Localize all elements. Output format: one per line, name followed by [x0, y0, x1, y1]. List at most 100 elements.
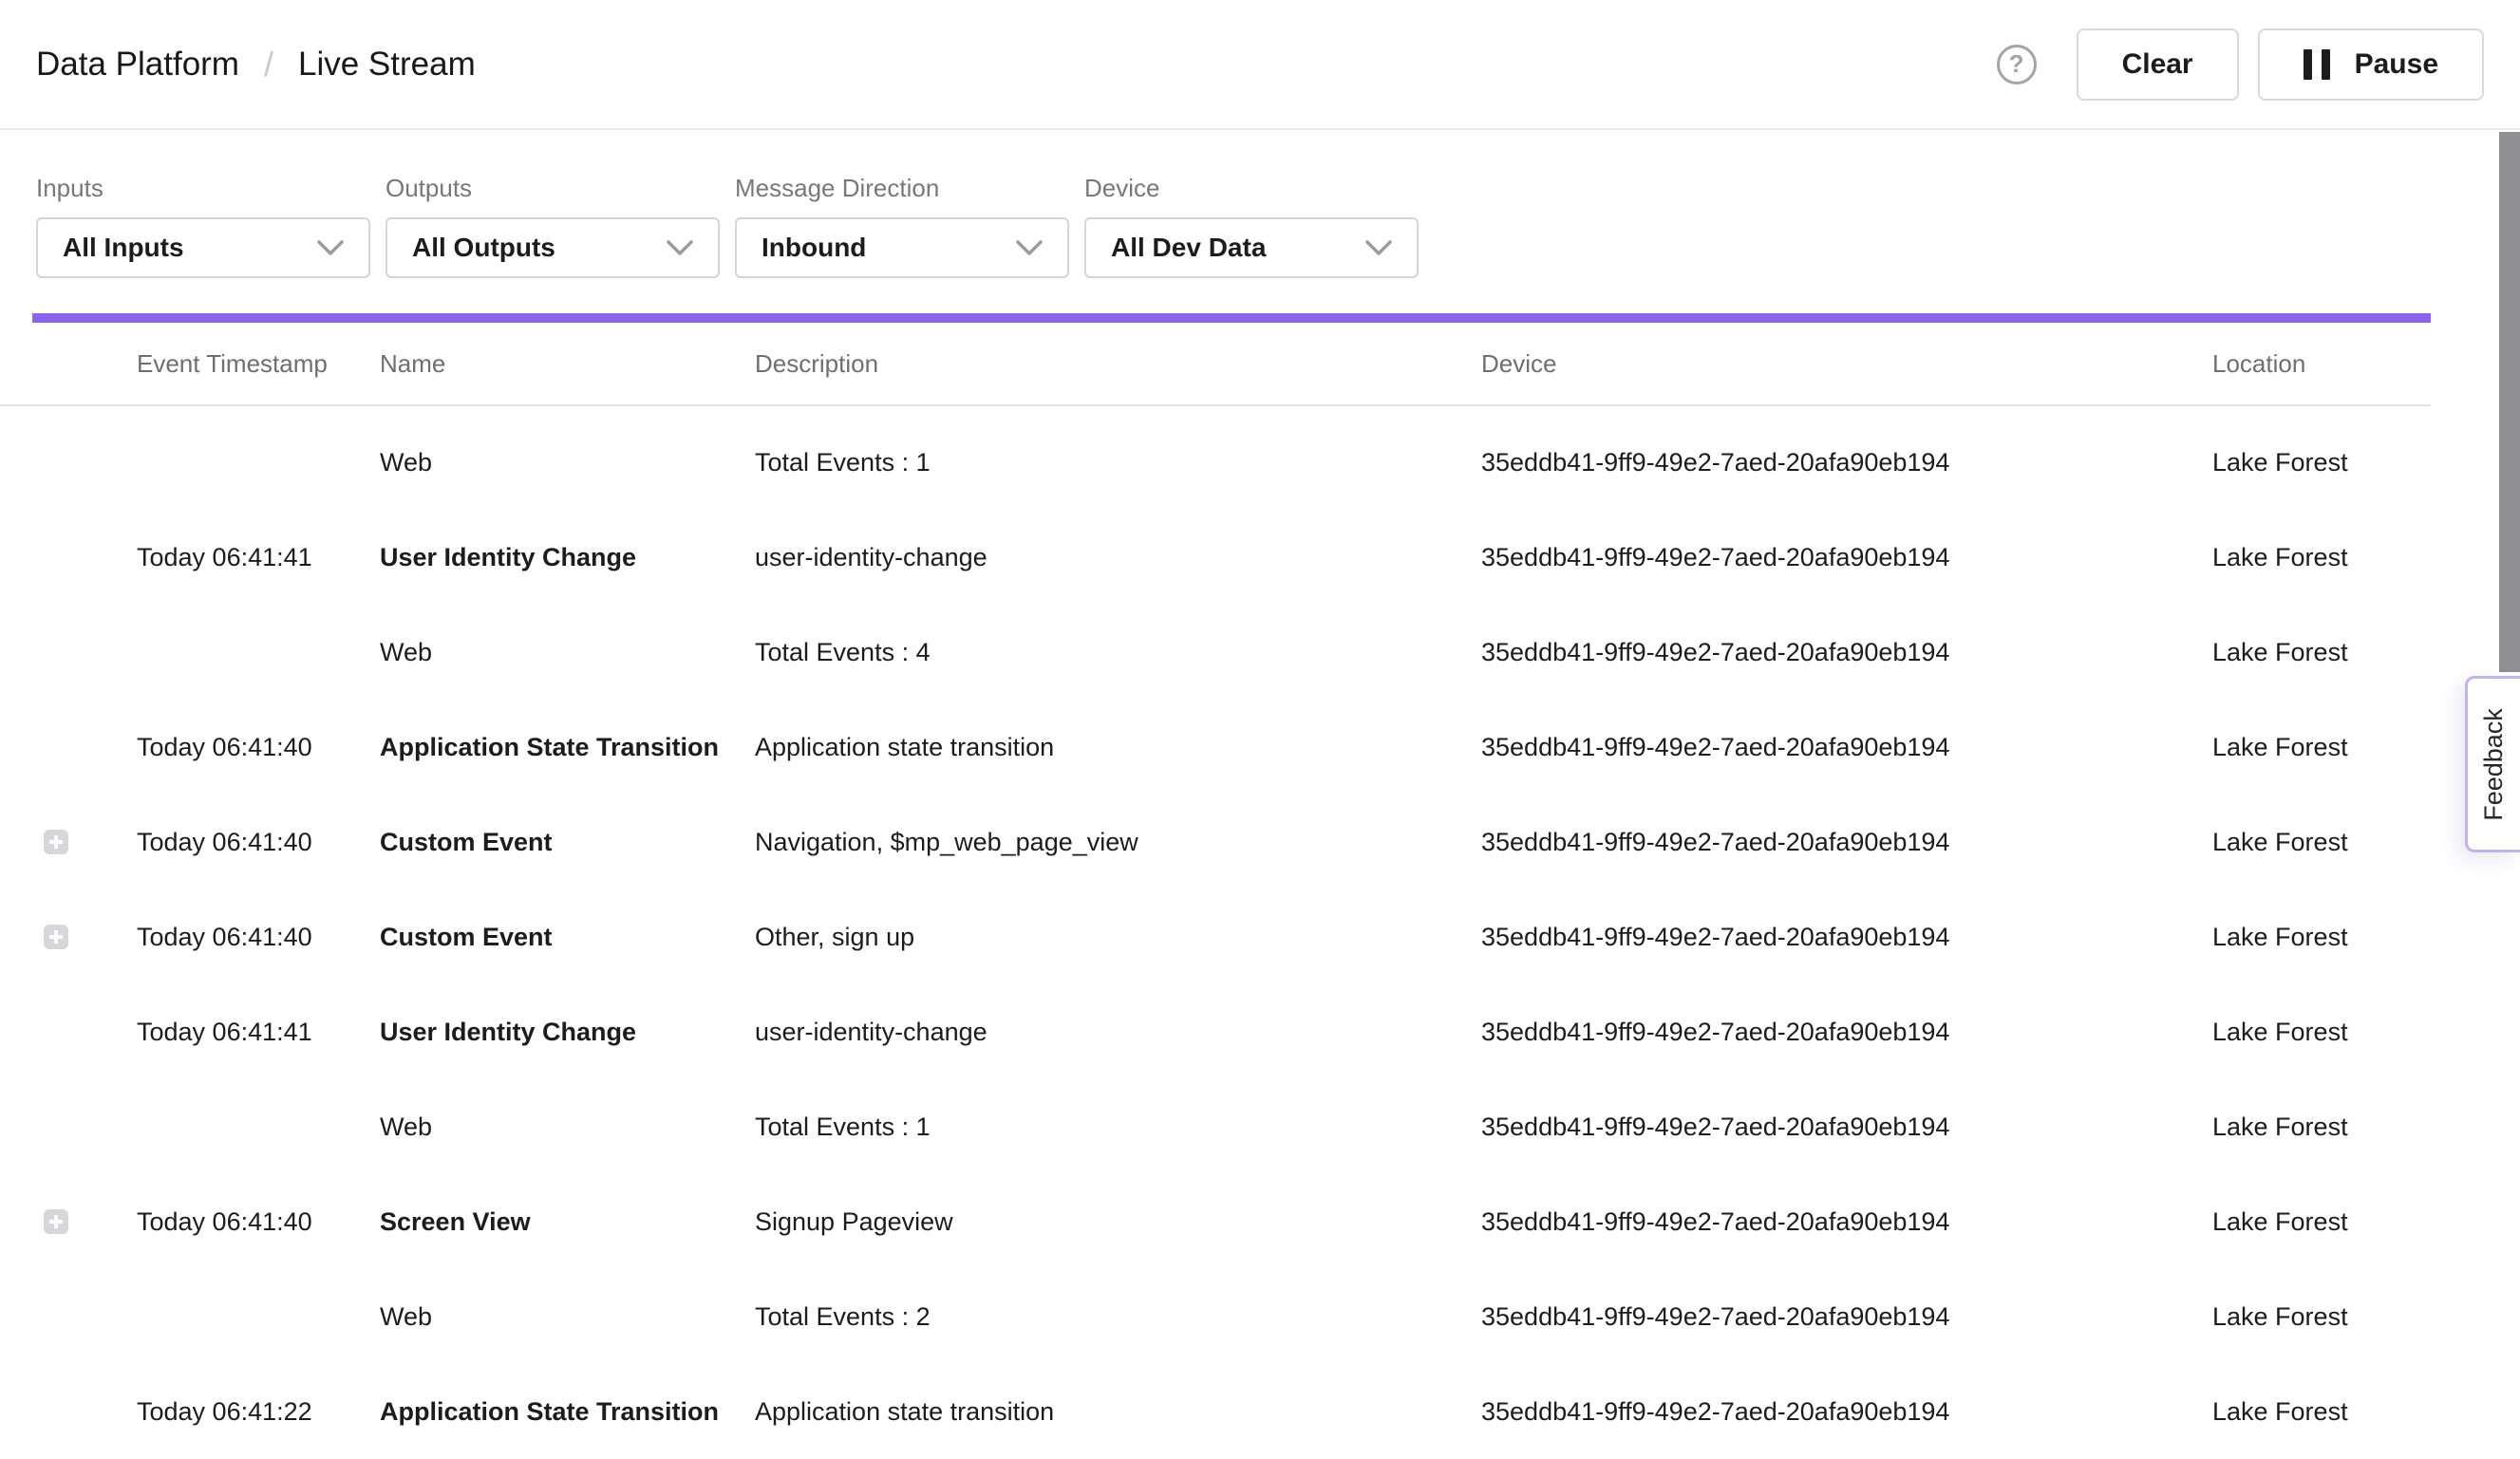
- filter-bar: Inputs All Inputs Outputs All Outputs Me…: [0, 130, 2520, 313]
- event-timestamp-cell: Today 06:41:41: [137, 1018, 380, 1047]
- vertical-scrollbar-thumb[interactable]: [2499, 132, 2520, 672]
- filter-label: Inputs: [36, 174, 370, 202]
- table-row[interactable]: Today 06:41:41 User Identity Change user…: [0, 984, 2431, 1079]
- expand-row-button[interactable]: [44, 830, 68, 854]
- event-name-cell: Application State Transition: [380, 1397, 755, 1427]
- event-description-cell: Navigation, $mp_web_page_view: [755, 828, 1481, 857]
- clear-button-label: Clear: [2122, 48, 2193, 81]
- event-device-cell: 35eddb41-9ff9-49e2-7aed-20afa90eb194: [1481, 1207, 2212, 1237]
- filter-inputs-dropdown[interactable]: All Inputs: [36, 217, 370, 278]
- column-header-event-timestamp: Event Timestamp: [137, 349, 380, 379]
- breadcrumb: Data Platform / Live Stream: [36, 45, 476, 84]
- event-device-cell: 35eddb41-9ff9-49e2-7aed-20afa90eb194: [1481, 638, 2212, 667]
- event-timestamp-cell: Today 06:41:41: [137, 543, 380, 572]
- column-header-description: Description: [755, 349, 1481, 379]
- event-name-cell: Custom Event: [380, 828, 755, 857]
- filter-label: Message Direction: [735, 174, 1069, 202]
- event-timestamp-cell: Today 06:41:22: [137, 1397, 380, 1427]
- pause-icon: [2304, 49, 2330, 80]
- event-timestamp-cell: Today 06:41:40: [137, 1207, 380, 1237]
- event-description-cell: Signup Pageview: [755, 1207, 1481, 1237]
- event-location-cell: Lake Forest: [2212, 1302, 2431, 1332]
- expand-row-button[interactable]: [44, 925, 68, 949]
- filter-outputs: Outputs All Outputs: [386, 174, 720, 313]
- event-name-cell: Web: [380, 638, 755, 667]
- breadcrumb-current: Live Stream: [298, 46, 476, 84]
- event-name-cell: Application State Transition: [380, 733, 755, 762]
- breadcrumb-separator: /: [264, 45, 273, 84]
- event-device-cell: 35eddb41-9ff9-49e2-7aed-20afa90eb194: [1481, 733, 2212, 762]
- table-row[interactable]: Today 06:41:40 Application State Transit…: [0, 700, 2431, 795]
- filter-label: Outputs: [386, 174, 720, 202]
- event-name-cell: Web: [380, 1113, 755, 1142]
- filter-selected-value: Inbound: [762, 233, 866, 263]
- event-name-cell: Custom Event: [380, 923, 755, 952]
- chevron-down-icon: [1016, 240, 1043, 256]
- filter-message-direction: Message Direction Inbound: [735, 174, 1069, 313]
- event-timestamp-cell: Today 06:41:40: [137, 733, 380, 762]
- event-device-cell: 35eddb41-9ff9-49e2-7aed-20afa90eb194: [1481, 828, 2212, 857]
- event-device-cell: 35eddb41-9ff9-49e2-7aed-20afa90eb194: [1481, 1397, 2212, 1427]
- event-location-cell: Lake Forest: [2212, 638, 2431, 667]
- clear-button[interactable]: Clear: [2077, 28, 2239, 101]
- table-header-row: Event TimestampNameDescriptionDeviceLoca…: [0, 323, 2431, 406]
- event-location-cell: Lake Forest: [2212, 1018, 2431, 1047]
- table-row[interactable]: Today 06:41:40 Custom Event Other, sign …: [0, 889, 2431, 984]
- table-row[interactable]: Web Total Events : 2 35eddb41-9ff9-49e2-…: [0, 1269, 2431, 1364]
- event-location-cell: Lake Forest: [2212, 923, 2431, 952]
- event-timestamp-cell: Today 06:41:40: [137, 828, 380, 857]
- table-row[interactable]: Today 06:41:41 User Identity Change user…: [0, 510, 2431, 605]
- event-location-cell: Lake Forest: [2212, 1207, 2431, 1237]
- chevron-down-icon: [1365, 240, 1392, 256]
- event-description-cell: user-identity-change: [755, 1018, 1481, 1047]
- breadcrumb-parent[interactable]: Data Platform: [36, 46, 239, 84]
- event-device-cell: 35eddb41-9ff9-49e2-7aed-20afa90eb194: [1481, 448, 2212, 477]
- table-row[interactable]: Web Total Events : 1 35eddb41-9ff9-49e2-…: [0, 1079, 2431, 1174]
- table-row[interactable]: Today 06:41:22 Application State Transit…: [0, 1364, 2431, 1459]
- event-description-cell: Other, sign up: [755, 923, 1481, 952]
- event-description-cell: Total Events : 4: [755, 638, 1481, 667]
- help-icon[interactable]: ?: [1997, 45, 2037, 84]
- filter-inputs: Inputs All Inputs: [36, 174, 370, 313]
- pause-button[interactable]: Pause: [2258, 28, 2484, 101]
- event-location-cell: Lake Forest: [2212, 1397, 2431, 1427]
- event-location-cell: Lake Forest: [2212, 448, 2431, 477]
- event-device-cell: 35eddb41-9ff9-49e2-7aed-20afa90eb194: [1481, 543, 2212, 572]
- live-stream-indicator: [32, 313, 2431, 323]
- feedback-tab-label: Feedback: [2479, 708, 2509, 821]
- event-name-cell: User Identity Change: [380, 543, 755, 572]
- event-name-cell: User Identity Change: [380, 1018, 755, 1047]
- event-device-cell: 35eddb41-9ff9-49e2-7aed-20afa90eb194: [1481, 1302, 2212, 1332]
- event-name-cell: Web: [380, 1302, 755, 1332]
- event-location-cell: Lake Forest: [2212, 543, 2431, 572]
- event-description-cell: Application state transition: [755, 733, 1481, 762]
- filter-device: Device All Dev Data: [1084, 174, 1419, 313]
- event-timestamp-cell: Today 06:41:40: [137, 923, 380, 952]
- event-device-cell: 35eddb41-9ff9-49e2-7aed-20afa90eb194: [1481, 1018, 2212, 1047]
- table-row[interactable]: Today 06:41:40 Screen View Signup Pagevi…: [0, 1174, 2431, 1269]
- filter-outputs-dropdown[interactable]: All Outputs: [386, 217, 720, 278]
- top-bar: Data Platform / Live Stream ? Clear Paus…: [0, 0, 2520, 130]
- filter-device-dropdown[interactable]: All Dev Data: [1084, 217, 1419, 278]
- feedback-tab[interactable]: Feedback: [2465, 676, 2520, 852]
- filter-label: Device: [1084, 174, 1419, 202]
- chevron-down-icon: [317, 240, 344, 256]
- filter-selected-value: All Inputs: [63, 233, 184, 263]
- filter-selected-value: All Dev Data: [1111, 233, 1266, 263]
- event-list: Web Total Events : 1 35eddb41-9ff9-49e2-…: [0, 406, 2431, 1459]
- event-location-cell: Lake Forest: [2212, 733, 2431, 762]
- event-description-cell: user-identity-change: [755, 543, 1481, 572]
- event-location-cell: Lake Forest: [2212, 828, 2431, 857]
- event-description-cell: Total Events : 2: [755, 1302, 1481, 1332]
- filter-message-direction-dropdown[interactable]: Inbound: [735, 217, 1069, 278]
- expand-row-button[interactable]: [44, 1209, 68, 1234]
- table-row[interactable]: Web Total Events : 1 35eddb41-9ff9-49e2-…: [0, 415, 2431, 510]
- event-description-cell: Total Events : 1: [755, 448, 1481, 477]
- event-description-cell: Total Events : 1: [755, 1113, 1481, 1142]
- event-location-cell: Lake Forest: [2212, 1113, 2431, 1142]
- event-device-cell: 35eddb41-9ff9-49e2-7aed-20afa90eb194: [1481, 923, 2212, 952]
- column-header-device: Device: [1481, 349, 2212, 379]
- table-row[interactable]: Web Total Events : 4 35eddb41-9ff9-49e2-…: [0, 605, 2431, 700]
- pause-button-label: Pause: [2355, 48, 2438, 81]
- table-row[interactable]: Today 06:41:40 Custom Event Navigation, …: [0, 795, 2431, 889]
